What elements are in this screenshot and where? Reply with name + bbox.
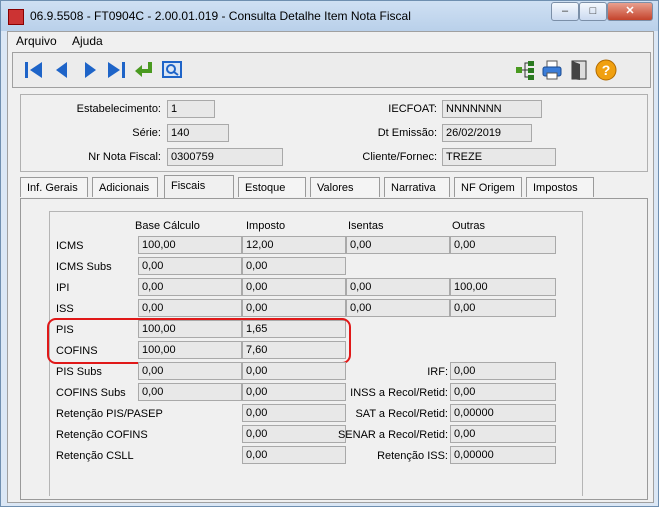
previous-record-icon[interactable] bbox=[51, 59, 73, 81]
svg-text:?: ? bbox=[602, 62, 611, 78]
nr-nota-field: 0300759 bbox=[167, 148, 283, 166]
icms-subs-imposto-field: 0,00 bbox=[242, 257, 346, 275]
tab-inf-gerais[interactable]: Inf. Gerais bbox=[20, 177, 88, 197]
help-icon[interactable]: ? bbox=[595, 59, 617, 81]
minimize-button[interactable]: – bbox=[551, 2, 579, 21]
cofins-subs-base-field: 0,00 bbox=[138, 383, 242, 401]
row-label-cofins-subs: COFINS Subs bbox=[56, 387, 126, 399]
iss-base-field: 0,00 bbox=[138, 299, 242, 317]
title-bar: 06.9.5508 - FT0904C - 2.00.01.019 - Cons… bbox=[1, 1, 658, 31]
dt-emissao-label: Dt Emissão: bbox=[377, 127, 437, 139]
app-icon bbox=[8, 9, 24, 25]
retencao-iss-label: Retenção ISS: bbox=[377, 450, 448, 462]
icms-outras-field: 0,00 bbox=[450, 236, 556, 254]
ipi-outras-field: 100,00 bbox=[450, 278, 556, 296]
col-header-outras: Outras bbox=[452, 220, 486, 232]
tab-valores[interactable]: Valores bbox=[310, 177, 380, 197]
header-panel: Estabelecimento: 1 Série: 140 Nr Nota Fi… bbox=[20, 94, 648, 172]
zoom-icon[interactable] bbox=[161, 59, 183, 81]
tab-fiscais[interactable]: Fiscais bbox=[164, 175, 234, 199]
first-record-icon[interactable] bbox=[23, 59, 45, 81]
inss-field: 0,00 bbox=[450, 383, 556, 401]
irf-label: IRF: bbox=[427, 366, 448, 378]
menu-ajuda[interactable]: Ajuda bbox=[72, 34, 103, 48]
pis-subs-base-field: 0,00 bbox=[138, 362, 242, 380]
estabelecimento-field: 1 bbox=[167, 100, 215, 118]
nr-nota-label: Nr Nota Fiscal: bbox=[88, 151, 161, 163]
tab-adicionais[interactable]: Adicionais bbox=[92, 177, 158, 197]
senar-field: 0,00 bbox=[450, 425, 556, 443]
tab-strip: Inf. Gerais Adicionais Fiscais Estoque V… bbox=[20, 175, 646, 199]
ipi-base-field: 0,00 bbox=[138, 278, 242, 296]
close-button[interactable]: ✕ bbox=[607, 2, 653, 21]
row-label-pis-subs: PIS Subs bbox=[56, 366, 102, 378]
icms-isentas-field: 0,00 bbox=[346, 236, 450, 254]
sat-label: SAT a Recol/Retid: bbox=[355, 408, 448, 420]
icms-subs-base-field: 0,00 bbox=[138, 257, 242, 275]
last-record-icon[interactable] bbox=[105, 59, 127, 81]
col-header-imposto: Imposto bbox=[246, 220, 286, 232]
row-label-retencao-pis-pasep: Retenção PIS/PASEP bbox=[56, 408, 163, 420]
exit-door-icon[interactable] bbox=[568, 59, 590, 81]
print-icon[interactable] bbox=[541, 59, 563, 81]
tab-narrativa[interactable]: Narrativa bbox=[384, 177, 450, 197]
iecfoat-field: NNNNNNN bbox=[442, 100, 542, 118]
menu-arquivo[interactable]: Arquivo bbox=[16, 34, 57, 48]
irf-field: 0,00 bbox=[450, 362, 556, 380]
ipi-isentas-field: 0,00 bbox=[346, 278, 450, 296]
highlight-ellipse bbox=[47, 318, 351, 364]
cliente-label: Cliente/Fornec: bbox=[362, 151, 437, 163]
hierarchy-icon[interactable] bbox=[514, 59, 536, 81]
iecfoat-label: IECFOAT: bbox=[388, 103, 437, 115]
window-title: 06.9.5508 - FT0904C - 2.00.01.019 - Cons… bbox=[30, 9, 411, 23]
tab-impostos[interactable]: Impostos bbox=[526, 177, 594, 197]
row-label-iss: ISS bbox=[56, 303, 74, 315]
iss-imposto-field: 0,00 bbox=[242, 299, 346, 317]
toolbar: ? bbox=[12, 52, 651, 88]
dt-emissao-field: 26/02/2019 bbox=[442, 124, 532, 142]
row-label-retencao-csll: Retenção CSLL bbox=[56, 450, 134, 462]
cliente-field: TREZE bbox=[442, 148, 556, 166]
row-label-ipi: IPI bbox=[56, 282, 70, 294]
maximize-button[interactable]: □ bbox=[579, 2, 607, 21]
icms-imposto-field: 12,00 bbox=[242, 236, 346, 254]
tab-estoque[interactable]: Estoque bbox=[238, 177, 306, 197]
iss-outras-field: 0,00 bbox=[450, 299, 556, 317]
iss-isentas-field: 0,00 bbox=[346, 299, 450, 317]
serie-field: 140 bbox=[167, 124, 229, 142]
accept-icon[interactable] bbox=[133, 59, 155, 81]
col-header-isentas: Isentas bbox=[348, 220, 384, 232]
menu-bar: Arquivo Ajuda bbox=[8, 32, 653, 50]
sat-field: 0,00000 bbox=[450, 404, 556, 422]
next-record-icon[interactable] bbox=[79, 59, 101, 81]
inss-label: INSS a Recol/Retid: bbox=[350, 387, 448, 399]
serie-label: Série: bbox=[132, 127, 161, 139]
row-label-icms-subs: ICMS Subs bbox=[56, 261, 112, 273]
estabelecimento-label: Estabelecimento: bbox=[76, 103, 161, 115]
ipi-imposto-field: 0,00 bbox=[242, 278, 346, 296]
retencao-iss-field: 0,00000 bbox=[450, 446, 556, 464]
senar-label: SENAR a Recol/Retid: bbox=[337, 429, 448, 441]
icms-base-field: 100,00 bbox=[138, 236, 242, 254]
col-header-base-calculo: Base Cálculo bbox=[135, 220, 200, 232]
row-label-retencao-cofins: Retenção COFINS bbox=[56, 429, 148, 441]
row-label-icms: ICMS bbox=[56, 240, 84, 252]
tab-nf-origem[interactable]: NF Origem bbox=[454, 177, 522, 197]
